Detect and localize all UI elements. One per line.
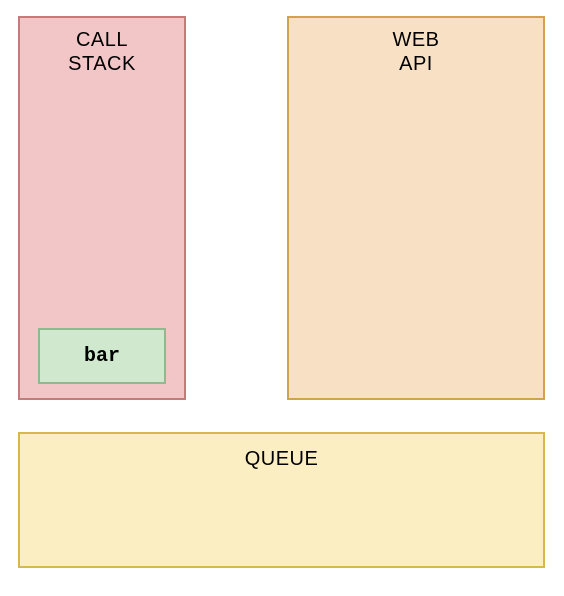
stack-frame: bar [38,328,166,384]
call-stack-box: CALL STACK bar [18,16,186,400]
web-api-box: WEB API [287,16,545,400]
call-stack-title: CALL STACK [20,28,184,76]
queue-box: QUEUE [18,432,545,568]
queue-title: QUEUE [20,448,543,471]
web-api-title: WEB API [289,28,543,76]
stack-frame-label: bar [84,345,120,368]
